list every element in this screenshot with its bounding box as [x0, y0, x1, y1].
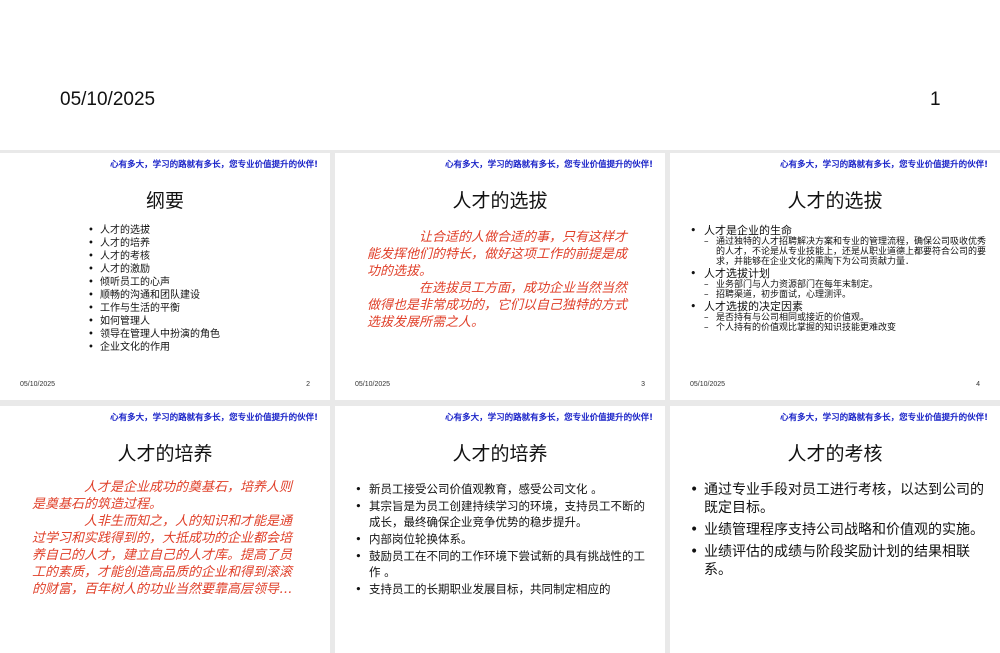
slide-thumbnail-2[interactable]: 心有多大，学习的路就有多长，您专业价值提升的伙伴! 纲要 人才的选拔 人才的培养…: [0, 153, 330, 400]
sub-list: 通过独特的人才招聘解决方案和专业的管理流程，确保公司吸收优秀的人才，不论是从专业…: [704, 237, 988, 267]
list-item-text: 人才选拔计划: [704, 267, 770, 280]
list-item: 企业文化的作用: [88, 341, 220, 354]
list-item: 顺畅的沟通和团队建设: [88, 289, 220, 302]
slide-thumbnail-4[interactable]: 心有多大，学习的路就有多长，您专业价值提升的伙伴! 人才的选拔 人才是企业的生命…: [670, 153, 1000, 400]
slide-title: 纲要: [145, 190, 184, 212]
list-item: 通过专业手段对员工进行考核，以达到公司的既定目标。: [690, 481, 990, 517]
list-item: 工作与生活的平衡: [88, 302, 220, 315]
cover-page: 05/10/2025 1: [0, 0, 1000, 150]
slide-thumbnail-7[interactable]: 心有多大，学习的路就有多长，您专业价值提升的伙伴! 人才的考核 通过专业手段对员…: [670, 406, 1000, 653]
slide-motto: 心有多大，学习的路就有多长，您专业价值提升的伙伴!: [780, 413, 988, 423]
list-item: 人才的激励: [88, 263, 220, 276]
slide-motto: 心有多大，学习的路就有多长，您专业价值提升的伙伴!: [110, 160, 318, 170]
slide-motto: 心有多大，学习的路就有多长，您专业价值提升的伙伴!: [445, 413, 653, 423]
slide-title: 人才的培养: [117, 443, 213, 465]
bullet-list: 人才是企业的生命 通过独特的人才招聘解决方案和专业的管理流程，确保公司吸收优秀的…: [690, 224, 988, 333]
list-item: 业绩管理程序支持公司战略和价值观的实施。: [690, 521, 990, 539]
bullet-list: 通过专业手段对员工进行考核，以达到公司的既定目标。 业绩管理程序支持公司战略和价…: [690, 481, 990, 583]
bullet-list: 新员工接受公司价值观教育，感受公司文化 。 其宗旨是为员工创建持续学习的环境，支…: [355, 481, 655, 598]
outline-list: 人才的选拔 人才的培养 人才的考核 人才的激励 倾听员工的心声 顺畅的沟通和团队…: [88, 224, 220, 354]
sub-list-item: 是否持有与公司相同或接近的价值观。: [704, 313, 988, 323]
list-item: 如何管理人: [88, 315, 220, 328]
sub-list: 是否持有与公司相同或接近的价值观。 个人持有的价值观比掌握的知识技能更难改变: [704, 313, 988, 333]
slide-thumbnail-5[interactable]: 心有多大，学习的路就有多长，您专业价值提升的伙伴! 人才的培养 人才是企业成功的…: [0, 406, 330, 653]
page-date: 05/10/2025: [60, 89, 156, 110]
slide-motto: 心有多大，学习的路就有多长，您专业价值提升的伙伴!: [780, 160, 988, 170]
list-item: 人才的考核: [88, 250, 220, 263]
list-item: 新员工接受公司价值观教育，感受公司文化 。: [355, 481, 655, 497]
paragraph: 人非生而知之，人的知识和才能是通过学习和实践得到的，大抵成功的企业都会培养自己的…: [32, 514, 293, 597]
slide-footer-number: 4: [976, 381, 980, 388]
list-item: 业绩评估的成绩与阶段奖励计划的结果相联系。: [690, 543, 990, 579]
slide-motto: 心有多大，学习的路就有多长，您专业价值提升的伙伴!: [445, 160, 653, 170]
list-item: 内部岗位轮换体系。: [355, 531, 655, 547]
paragraph: 人才是企业成功的奠基石，培养人则是奠基石的筑造过程。: [32, 480, 293, 512]
slide-title: 人才的考核: [787, 443, 883, 465]
slide-footer-date: 05/10/2025: [690, 381, 726, 388]
slide-footer-date: 05/10/2025: [20, 381, 56, 388]
list-item: 倾听员工的心声: [88, 276, 220, 289]
slide-footer-number: 3: [641, 381, 645, 388]
paragraph: 让合适的人做合适的事，只有这样才能发挥他们的特长，做好这项工作的前提是成功的选拔…: [367, 230, 628, 279]
list-item: 人才的培养: [88, 237, 220, 250]
list-item: 人才的选拔: [88, 224, 220, 237]
slide-footer-date: 05/10/2025: [355, 381, 391, 388]
slide-footer-number: 2: [306, 381, 310, 388]
list-item: 领导在管理人中扮演的角色: [88, 328, 220, 341]
list-item: 人才选拔的决定因素 是否持有与公司相同或接近的价值观。 个人持有的价值观比掌握的…: [690, 300, 988, 333]
slide-body-text: 让合适的人做合适的事，只有这样才能发挥他们的特长，做好这项工作的前提是成功的选拔…: [367, 229, 635, 331]
list-item-text: 人才选拔的决定因素: [704, 300, 803, 313]
sub-list-item: 业务部门与人力资源部门在每年末制定。: [704, 280, 988, 290]
list-item: 人才选拔计划 业务部门与人力资源部门在每年末制定。 招聘渠道，初步面试，心理测评…: [690, 267, 988, 300]
page-number: 1: [930, 89, 941, 110]
slide-title: 人才的选拔: [787, 190, 883, 212]
slide-thumbnail-3[interactable]: 心有多大，学习的路就有多长，您专业价值提升的伙伴! 人才的选拔 让合适的人做合适…: [335, 153, 665, 400]
list-item-text: 人才是企业的生命: [704, 224, 792, 237]
slide-body-text: 人才是企业成功的奠基石，培养人则是奠基石的筑造过程。 人非生而知之，人的知识和才…: [32, 479, 300, 598]
slide-title: 人才的选拔: [452, 190, 548, 212]
sub-list-item: 招聘渠道，初步面试，心理测评。: [704, 290, 988, 300]
list-item: 支持员工的长期职业发展目标，共同制定相应的: [355, 581, 655, 597]
slide-thumbnail-6[interactable]: 心有多大，学习的路就有多长，您专业价值提升的伙伴! 人才的培养 新员工接受公司价…: [335, 406, 665, 653]
paragraph: 在选拔员工方面，成功企业当然当然做得也是非常成功的，它们以自己独特的方式选拔发展…: [367, 281, 628, 330]
sub-list: 业务部门与人力资源部门在每年末制定。 招聘渠道，初步面试，心理测评。: [704, 280, 988, 300]
sub-list-item: 通过独特的人才招聘解决方案和专业的管理流程，确保公司吸收优秀的人才，不论是从专业…: [704, 237, 988, 267]
list-item: 其宗旨是为员工创建持续学习的环境，支持员工不断的成长，最终确保企业竞争优势的稳步…: [355, 498, 655, 530]
slide-motto: 心有多大，学习的路就有多长，您专业价值提升的伙伴!: [110, 413, 318, 423]
list-item: 人才是企业的生命 通过独特的人才招聘解决方案和专业的管理流程，确保公司吸收优秀的…: [690, 224, 988, 267]
slide-title: 人才的培养: [452, 443, 548, 465]
list-item: 鼓励员工在不同的工作环境下尝试新的具有挑战性的工作 。: [355, 548, 655, 580]
sub-list-item: 个人持有的价值观比掌握的知识技能更难改变: [704, 323, 988, 333]
